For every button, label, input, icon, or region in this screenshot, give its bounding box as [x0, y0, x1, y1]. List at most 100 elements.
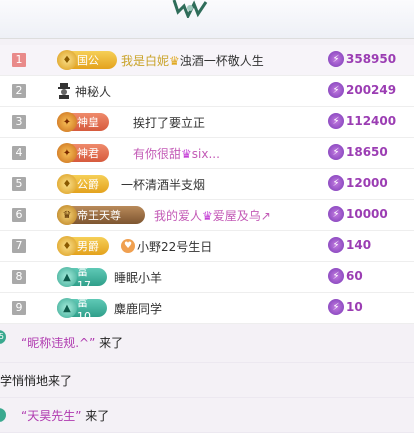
rank-row-3[interactable]: 3 ✦ 神皇 挨打了要立正 ⚡ 112400 — [0, 107, 414, 138]
noble-badge: ♦ 公爵 — [57, 174, 109, 194]
badge-emblem-icon: ♦ — [57, 50, 77, 70]
badge-emblem-icon: ✦ — [57, 143, 77, 163]
rank-number: 4 — [12, 146, 26, 160]
chat-action: 来了 — [99, 335, 124, 350]
score: ⚡ 112400 — [328, 113, 396, 129]
lightning-icon: ⚡ — [328, 82, 344, 98]
user-name[interactable]: 我是白妮♛浊酒一杯敬人生 — [121, 52, 264, 69]
rank-number: 3 — [12, 115, 26, 129]
chat-user[interactable]: “昵称违规.^” — [21, 336, 95, 350]
score-value: 60 — [346, 269, 363, 283]
lightning-icon: ⚡ — [328, 299, 344, 315]
chat-text: 学悄悄地来了 — [0, 373, 73, 388]
score-value: 18650 — [346, 145, 388, 159]
user-nickname-suffix: six... — [191, 147, 220, 161]
rank-number: 7 — [12, 239, 26, 253]
chat-message: 学悄悄地来了 — [0, 363, 414, 398]
badge-emblem-icon: ▲ — [57, 267, 77, 287]
badge-label: 帝王天尊 — [77, 209, 121, 222]
lightning-icon: ⚡ — [328, 113, 344, 129]
contribution-rank-list: 1 ♦ 国公 我是白妮♛浊酒一杯敬人生 ⚡ 358950 2 神秘人 ⚡ 200… — [0, 45, 414, 324]
badge-emblem-icon: ♦ — [57, 174, 77, 194]
badge-emblem-icon: ▲ — [57, 298, 77, 318]
rank-number: 5 — [12, 177, 26, 191]
user-nickname: 我的爱人 — [154, 209, 203, 223]
rank-row-8[interactable]: 8 ▲ 富17 睡眠小羊 ⚡ 60 — [0, 262, 414, 293]
user-name[interactable]: 有你很甜♛six... — [133, 145, 220, 162]
wealth-badge: ▲ 富10 — [57, 296, 107, 323]
user-nickname: 有你很甜 — [133, 147, 182, 161]
rank-number: 8 — [12, 270, 26, 284]
score: ⚡ 18650 — [328, 144, 388, 160]
user-name[interactable]: 神秘人 — [75, 83, 111, 100]
lightning-icon: ⚡ — [328, 268, 344, 284]
badge-label: 男爵 — [77, 240, 99, 253]
wealth-badge: ▲ 富17 — [57, 265, 107, 292]
badge-label: 神君 — [77, 147, 99, 160]
score: ⚡ 358950 — [328, 51, 396, 67]
rank-number: 2 — [12, 84, 26, 98]
user-nickname: 浊酒一杯敬人生 — [179, 54, 264, 68]
chat-message: “天昊先生” 来了 — [0, 398, 414, 433]
level-icon — [0, 408, 6, 422]
lightning-icon: ⚡ — [328, 51, 344, 67]
score-value: 140 — [346, 238, 372, 252]
user-prefix: 我是白妮 — [121, 54, 170, 68]
score-value: 10 — [346, 300, 363, 314]
score-value: 12000 — [346, 176, 388, 190]
rank-number: 6 — [12, 208, 26, 222]
lightning-icon: ⚡ — [328, 206, 344, 222]
noble-badge: ♛ 帝王天尊 — [57, 205, 145, 225]
crown-icon: ♛ — [181, 147, 192, 161]
badge-label: 富17 — [77, 264, 91, 292]
user-name[interactable]: 麋鹿同学 — [114, 300, 162, 317]
rank-row-4[interactable]: 4 ✦ 神君 有你很甜♛six... ⚡ 18650 — [0, 138, 414, 169]
user-name[interactable]: 睡眠小羊 — [114, 269, 162, 286]
score: ⚡ 12000 — [328, 175, 388, 191]
decoration-icon — [172, 0, 208, 18]
score-value: 200249 — [346, 83, 397, 97]
chat-user[interactable]: “天昊先生” — [21, 409, 81, 423]
chat-feed: 5 “昵称违规.^” 来了 学悄悄地来了 “天昊先生” 来了 — [0, 322, 414, 433]
score: ⚡ 10 — [328, 299, 363, 315]
score-value: 10000 — [346, 207, 388, 221]
crown-icon: ♛ — [202, 209, 213, 223]
user-name[interactable]: 我的爱人♛爱屋及乌↗ — [154, 207, 271, 224]
rank-row-2[interactable]: 2 神秘人 ⚡ 200249 — [0, 76, 414, 107]
user-name[interactable]: 挨打了要立正 — [133, 114, 205, 131]
level-icon: 5 — [0, 330, 6, 344]
user-name[interactable]: 小野22号生日 — [137, 238, 212, 255]
rank-number: 9 — [12, 301, 26, 315]
score: ⚡ 200249 — [328, 82, 396, 98]
lightning-icon: ⚡ — [328, 144, 344, 160]
noble-badge: ✦ 神皇 — [57, 112, 109, 132]
noble-badge: ♦ 国公 — [57, 50, 117, 70]
badge-emblem-icon: ♦ — [57, 236, 77, 256]
crown-icon: ♛ — [169, 54, 180, 68]
rank-row-5[interactable]: 5 ♦ 公爵 一杯清酒半支烟 ⚡ 12000 — [0, 169, 414, 200]
score: ⚡ 140 — [328, 237, 371, 253]
noble-badge: ♦ 男爵 — [57, 236, 109, 256]
rank-number: 1 — [12, 53, 26, 67]
rank-row-9[interactable]: 9 ▲ 富10 麋鹿同学 ⚡ 10 — [0, 293, 414, 324]
chat-message: 5 “昵称违规.^” 来了 — [0, 322, 414, 363]
user-nickname-suffix: 爱屋及乌↗ — [212, 209, 271, 223]
chat-text: “昵称违规.^” 来了 — [21, 334, 123, 351]
top-banner — [0, 0, 414, 39]
lightning-icon: ⚡ — [328, 237, 344, 253]
badge-emblem-icon: ✦ — [57, 112, 77, 132]
lightning-icon: ⚡ — [328, 175, 344, 191]
rank-row-6[interactable]: 6 ♛ 帝王天尊 我的爱人♛爱屋及乌↗ ⚡ 10000 — [0, 200, 414, 231]
score: ⚡ 10000 — [328, 206, 388, 222]
user-name[interactable]: 一杯清酒半支烟 — [121, 176, 205, 193]
rank-row-7[interactable]: 7 ♦ 男爵 ♥ 小野22号生日 ⚡ 140 — [0, 231, 414, 262]
badge-label: 富10 — [77, 295, 91, 323]
score-value: 112400 — [346, 114, 397, 128]
badge-label: 国公 — [77, 54, 99, 67]
badge-label: 神皇 — [77, 116, 99, 129]
noble-badge: ✦ 神君 — [57, 143, 109, 163]
rank-row-1[interactable]: 1 ♦ 国公 我是白妮♛浊酒一杯敬人生 ⚡ 358950 — [0, 45, 414, 76]
badge-emblem-icon: ♛ — [57, 205, 77, 225]
score-value: 358950 — [346, 52, 397, 66]
chat-action: 来了 — [85, 408, 110, 423]
